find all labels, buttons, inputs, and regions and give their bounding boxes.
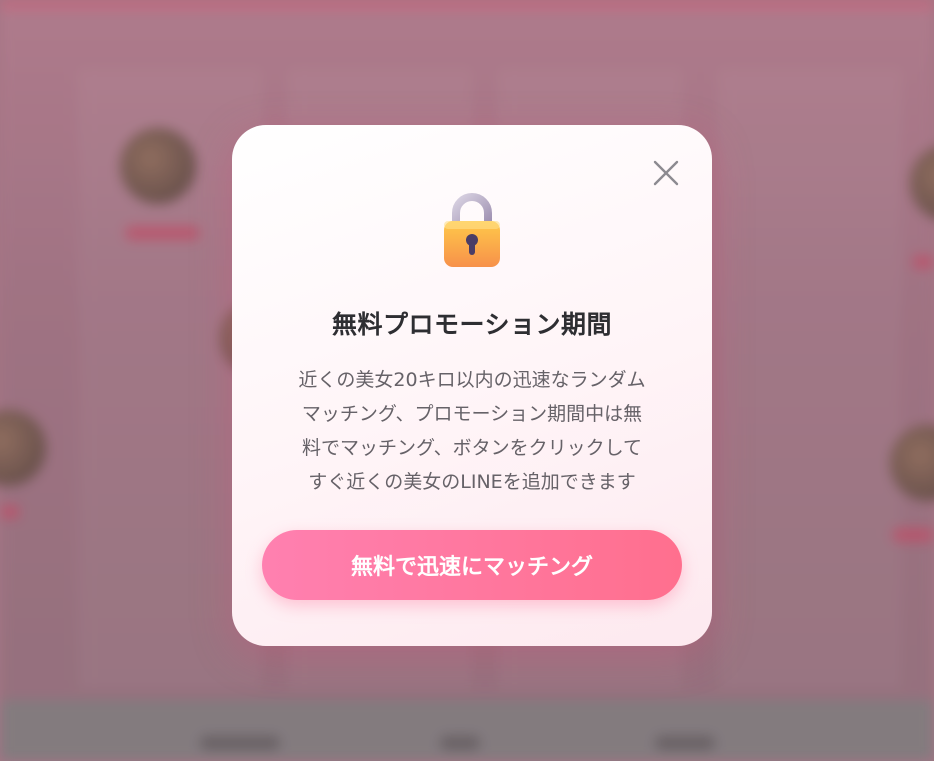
- page: 無料プロモーション期間 近くの美女20キロ以内の迅速なランダム マッチング、プロ…: [0, 0, 934, 761]
- promotion-modal: 無料プロモーション期間 近くの美女20キロ以内の迅速なランダム マッチング、プロ…: [232, 125, 712, 646]
- close-button[interactable]: [652, 159, 680, 187]
- modal-description: 近くの美女20キロ以内の迅速なランダム マッチング、プロモーション期間中は無 料…: [280, 363, 664, 499]
- lock-icon: [442, 193, 502, 269]
- free-match-button[interactable]: 無料で迅速にマッチング: [262, 530, 682, 600]
- description-line: 料でマッチング、ボタンをクリックして: [301, 437, 643, 459]
- modal-title: 無料プロモーション期間: [331, 310, 612, 339]
- description-line: すぐ近くの美女のLINEを追加できます: [308, 471, 636, 493]
- close-icon: [653, 160, 679, 186]
- description-line: マッチング、プロモーション期間中は無: [301, 403, 643, 425]
- description-line: 近くの美女20キロ以内の迅速なランダム: [298, 369, 646, 391]
